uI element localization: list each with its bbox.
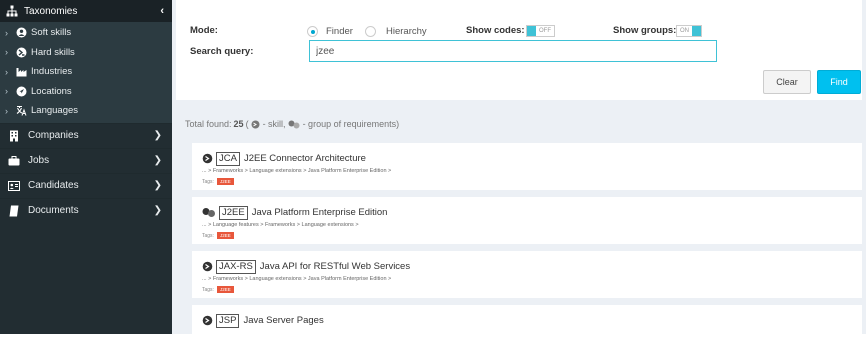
building-icon bbox=[8, 130, 20, 142]
list-item[interactable]: JCA J2EE Connector Architecture ... > Fr… bbox=[192, 143, 862, 190]
tag-badge[interactable]: J2EE bbox=[216, 286, 234, 293]
legend-skill-text: - skill, bbox=[262, 119, 286, 129]
result-title[interactable]: Java Server Pages bbox=[243, 315, 323, 326]
tags-label: Tags: bbox=[202, 286, 214, 293]
sidebar-item-soft-skills[interactable]: › Soft skills bbox=[0, 23, 172, 43]
mode-hierarchy-radio[interactable] bbox=[365, 26, 376, 37]
search-input[interactable] bbox=[309, 40, 717, 62]
sidebar-item-label: Documents bbox=[28, 205, 79, 216]
group-icon bbox=[288, 120, 300, 128]
skill-icon bbox=[202, 153, 213, 164]
chevron-down-icon: ❯ bbox=[153, 205, 162, 216]
book-icon bbox=[8, 205, 20, 217]
clear-button[interactable]: Clear bbox=[763, 70, 811, 94]
soft-skills-icon bbox=[15, 27, 27, 39]
find-button[interactable]: Find bbox=[817, 70, 861, 94]
sidebar-item-label: Jobs bbox=[28, 155, 50, 166]
chevron-right-icon: › bbox=[5, 105, 8, 116]
id-card-icon bbox=[8, 180, 20, 192]
search-form-panel: Mode: Finder Hierarchy Show codes: OFF S… bbox=[176, 0, 862, 100]
sidebar-item-jobs[interactable]: Jobs ❯ bbox=[0, 147, 172, 173]
sidebar-item-label: Industries bbox=[31, 66, 73, 78]
mode-hierarchy-label[interactable]: Hierarchy bbox=[386, 26, 427, 37]
mode-finder-radio[interactable] bbox=[307, 26, 318, 37]
result-code: JSP bbox=[216, 313, 240, 328]
location-icon bbox=[15, 85, 27, 97]
toggle-handle bbox=[527, 26, 536, 36]
chevron-left-icon[interactable]: ‹ bbox=[160, 5, 164, 17]
sidebar-taxonomies-header[interactable]: Taxonomies ‹ bbox=[0, 0, 172, 22]
tag-badge[interactable]: J2EE bbox=[216, 178, 234, 185]
skill-icon bbox=[251, 120, 260, 128]
result-code: J2EE bbox=[219, 205, 248, 220]
main-content: Mode: Finder Hierarchy Show codes: OFF S… bbox=[172, 0, 866, 352]
show-groups-state: ON bbox=[680, 28, 689, 34]
result-title[interactable]: Java Platform Enterprise Edition bbox=[252, 207, 388, 218]
mode-finder-label[interactable]: Finder bbox=[326, 26, 353, 37]
legend-open-paren: ( bbox=[245, 119, 249, 129]
chevron-down-icon: ❯ bbox=[153, 130, 162, 141]
sidebar-item-label: Candidates bbox=[28, 180, 79, 191]
chevron-right-icon: › bbox=[5, 27, 8, 38]
sidebar-taxonomies-title: Taxonomies bbox=[24, 5, 78, 17]
sitemap-icon bbox=[6, 5, 18, 17]
show-groups-label: Show groups: bbox=[613, 25, 677, 36]
chevron-right-icon: › bbox=[5, 47, 8, 58]
result-title[interactable]: Java API for RESTful Web Services bbox=[260, 261, 410, 272]
sidebar-item-candidates[interactable]: Candidates ❯ bbox=[0, 172, 172, 198]
sidebar-item-hard-skills[interactable]: › Hard skills bbox=[0, 43, 172, 63]
group-icon bbox=[202, 208, 215, 217]
results-list: JCA J2EE Connector Architecture ... > Fr… bbox=[192, 143, 862, 359]
sidebar-item-label: Companies bbox=[28, 130, 79, 141]
result-path: ... > Language features > Frameworks > L… bbox=[202, 222, 359, 228]
sidebar-item-industries[interactable]: › Industries bbox=[0, 62, 172, 82]
total-found-label: Total found: bbox=[185, 119, 232, 129]
hard-skills-icon bbox=[15, 46, 27, 58]
sidebar-item-languages[interactable]: › Languages bbox=[0, 101, 172, 121]
sidebar-item-label: Locations bbox=[31, 85, 72, 97]
sidebar: Taxonomies ‹ › Soft skills › Hard skills… bbox=[0, 0, 172, 334]
show-codes-label: Show codes: bbox=[466, 25, 525, 36]
sidebar-item-label: Soft skills bbox=[31, 27, 72, 39]
sidebar-item-companies[interactable]: Companies ❯ bbox=[0, 122, 172, 148]
list-item[interactable]: JAX-RS Java API for RESTful Web Services… bbox=[192, 251, 862, 298]
show-codes-state: OFF bbox=[539, 28, 551, 34]
result-code: JCA bbox=[216, 151, 240, 166]
chevron-down-icon: ❯ bbox=[153, 180, 162, 191]
industry-icon bbox=[15, 66, 27, 78]
list-item[interactable]: JSP Java Server Pages bbox=[192, 305, 862, 352]
sidebar-item-documents[interactable]: Documents ❯ bbox=[0, 197, 172, 223]
total-found-count: 25 bbox=[233, 119, 244, 129]
tags-label: Tags: bbox=[202, 232, 214, 239]
mode-label: Mode: bbox=[190, 25, 218, 36]
briefcase-icon bbox=[8, 155, 20, 167]
sidebar-item-locations[interactable]: › Locations bbox=[0, 82, 172, 102]
skill-icon bbox=[202, 261, 213, 272]
result-title[interactable]: J2EE Connector Architecture bbox=[244, 153, 366, 164]
result-path: ... > Frameworks > Language extensions >… bbox=[202, 276, 392, 282]
result-path: ... > Frameworks > Language extensions >… bbox=[202, 168, 392, 174]
skill-icon bbox=[202, 315, 213, 326]
chevron-right-icon: › bbox=[5, 86, 8, 97]
list-item[interactable]: J2EE Java Platform Enterprise Edition ..… bbox=[192, 197, 862, 244]
legend-group-text: - group of requirements) bbox=[302, 119, 400, 129]
tag-badge[interactable]: J2EE bbox=[216, 232, 234, 239]
language-icon bbox=[15, 105, 27, 117]
results-summary: Total found: 25 ( - skill, - group of re… bbox=[185, 119, 399, 129]
search-query-label: Search query: bbox=[190, 46, 254, 57]
sidebar-item-label: Hard skills bbox=[31, 46, 75, 58]
chevron-right-icon: › bbox=[5, 66, 8, 77]
show-codes-toggle[interactable]: OFF bbox=[526, 25, 555, 37]
sidebar-item-label: Languages bbox=[31, 105, 79, 117]
taxonomies-submenu: › Soft skills › Hard skills › Industries… bbox=[0, 22, 172, 123]
show-groups-toggle[interactable]: ON bbox=[676, 25, 702, 37]
tags-label: Tags: bbox=[202, 178, 214, 185]
toggle-handle bbox=[692, 26, 701, 36]
chevron-down-icon: ❯ bbox=[153, 155, 162, 166]
result-code: JAX-RS bbox=[216, 259, 256, 274]
